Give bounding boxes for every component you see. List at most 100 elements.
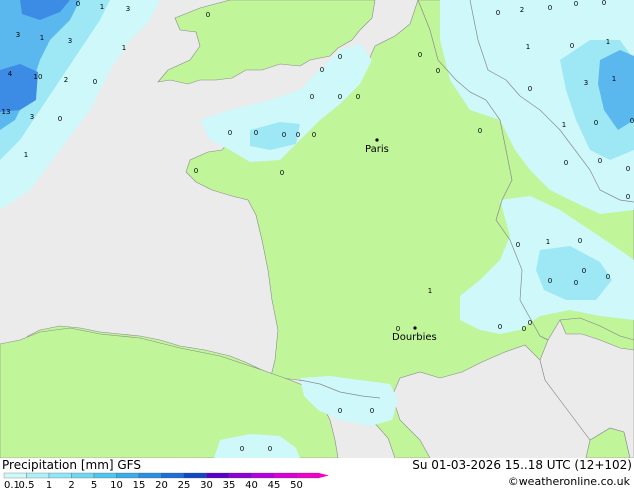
legend-label: 45 — [268, 480, 281, 490]
legend-swatch — [206, 472, 230, 479]
precip-value-label: 0 — [228, 129, 232, 137]
precip-value-label: 0 — [320, 66, 324, 74]
precip-value-label: 0 — [93, 78, 97, 86]
legend-swatch — [273, 472, 297, 479]
precip-value-label: 0 — [574, 279, 578, 287]
precip-value-label: 0 — [280, 169, 284, 177]
precip-value-label: 0 — [418, 51, 422, 59]
legend-swatch — [93, 472, 117, 479]
precip-value-label: 0 — [396, 325, 400, 333]
precip-value-label: 0 — [254, 129, 258, 137]
legend-swatch — [251, 472, 275, 479]
precip-value-label: 0 — [338, 53, 342, 61]
precip-value-label: 0 — [564, 159, 568, 167]
precip-value-label: 3 — [126, 5, 130, 13]
city-label: Dourbies — [392, 332, 437, 343]
legend-swatch — [138, 472, 162, 479]
precip-value-label: 2 — [64, 76, 68, 84]
legend-swatch — [296, 472, 320, 479]
precip-value-label: 3 — [584, 79, 588, 87]
precip-value-label: 0 — [598, 157, 602, 165]
precip-value-label: 0 — [594, 119, 598, 127]
legend-swatches — [3, 472, 329, 479]
precip-value-label: 0 — [574, 0, 578, 8]
precip-value-label: 1 — [546, 238, 550, 246]
precip-value-label: 0 — [296, 131, 300, 139]
legend-swatch — [3, 472, 27, 479]
precip-value-label: 3 — [16, 31, 20, 39]
legend-labels: 0.10.5 1 2 5 10 15 20 25 30 35 40 45 50 — [4, 480, 303, 490]
precip-value-label: 0 — [76, 0, 80, 8]
legend-label: 10 — [110, 480, 123, 490]
precip-value-label: 13 — [2, 108, 11, 116]
precip-value-label: 3 — [30, 113, 34, 121]
legend-label: 25 — [178, 480, 191, 490]
legend-swatch — [183, 472, 207, 479]
legend-swatch — [161, 472, 185, 479]
precip-value-label: 0 — [206, 11, 210, 19]
legend-label: 1 — [46, 480, 52, 490]
precip-value-label: 0 — [370, 407, 374, 415]
precip-value-label: 3 — [68, 37, 72, 45]
precip-value-label: 0 — [578, 237, 582, 245]
precip-value-label: 1 — [40, 34, 44, 42]
precip-value-label: 1 — [24, 151, 28, 159]
precip-value-label: 0 — [282, 131, 286, 139]
precip-value-label: 0 — [582, 267, 586, 275]
precip-value-label: 0 — [602, 0, 606, 7]
legend-label: 2 — [68, 480, 74, 490]
precip-value-label: 2 — [520, 6, 524, 14]
legend-label: 40 — [245, 480, 258, 490]
precip-value-label: 0 — [268, 445, 272, 453]
precip-value-label: 0 — [498, 323, 502, 331]
precip-value-label: 0 — [356, 93, 360, 101]
precip-value-label: 0 — [570, 42, 574, 50]
precip-value-label: 0 — [626, 165, 630, 173]
precip-value-label: 0 — [548, 4, 552, 12]
precip-value-label: 1 — [526, 43, 530, 51]
precip-value-label: 0 — [436, 67, 440, 75]
legend-label: 20 — [155, 480, 168, 490]
legend-label: 35 — [223, 480, 236, 490]
precip-value-label: 0 — [626, 193, 630, 201]
city-marker — [413, 326, 417, 330]
precipitation-map: Paris Dourbies 0 1 33314 10 2 0133 0101000 0 00 0… — [0, 0, 634, 458]
city-marker — [375, 138, 379, 142]
precip-value-label: 0 — [522, 325, 526, 333]
map-title: Precipitation [mm] GFS — [2, 458, 141, 472]
precip-value-label: 0 — [630, 117, 634, 125]
legend-label: 5 — [91, 480, 97, 490]
precipitation-legend: 0.10.5 1 2 5 10 15 20 25 30 35 40 45 50 — [3, 472, 329, 490]
precip-value-label: 1 — [428, 287, 432, 295]
legend-label: 30 — [200, 480, 213, 490]
legend-swatch — [26, 472, 50, 479]
precip-value-label: 10 — [34, 73, 43, 81]
precip-value-label: 0 — [338, 93, 342, 101]
precip-value-label: 0 — [496, 9, 500, 17]
precip-value-label: 0 — [194, 167, 198, 175]
precip-value-label: 0 — [58, 115, 62, 123]
credit-text: ©weatheronline.co.uk — [507, 475, 630, 488]
legend-swatch — [228, 472, 252, 479]
precip-value-label: 0 — [528, 85, 532, 93]
legend-swatch — [116, 472, 140, 479]
legend-label: 0.5 — [19, 480, 35, 490]
legend-label: 50 — [290, 480, 303, 490]
precip-value-label: 1 — [122, 44, 126, 52]
legend-label: 0.1 — [4, 480, 20, 490]
precip-value-label: 0 — [516, 241, 520, 249]
precip-value-label: 0 — [606, 273, 610, 281]
precip-value-label: 4 — [8, 70, 13, 78]
legend-label: 15 — [133, 480, 146, 490]
precip-value-label: 0 — [528, 319, 532, 327]
precip-value-label: 0 — [240, 445, 244, 453]
legend-swatch — [71, 472, 95, 479]
precip-value-label: 0 — [548, 277, 552, 285]
precip-value-label: 0 — [338, 407, 342, 415]
precip-value-label: 1 — [612, 75, 616, 83]
precip-value-label: 0 — [312, 131, 316, 139]
legend-overflow-arrow — [319, 473, 329, 478]
legend-swatch — [48, 472, 72, 479]
precip-value-label: 1 — [562, 121, 566, 129]
precip-value-label: 0 — [310, 93, 314, 101]
